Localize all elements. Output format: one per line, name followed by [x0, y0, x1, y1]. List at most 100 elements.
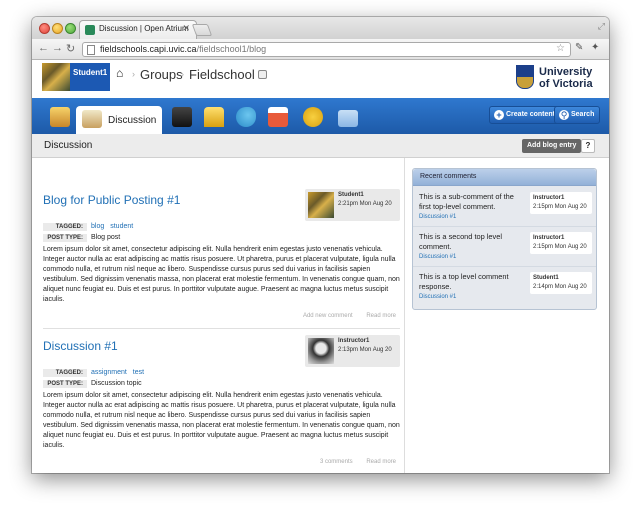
- avatar: [42, 63, 70, 91]
- help-button[interactable]: ?: [581, 139, 595, 153]
- minimize-window-button[interactable]: [52, 23, 63, 34]
- inbox-icon[interactable]: [204, 107, 224, 127]
- new-tab-button[interactable]: [191, 24, 213, 36]
- bookmark-star-icon[interactable]: ☆: [556, 43, 565, 54]
- folder-icon[interactable]: [338, 110, 358, 127]
- tag-link[interactable]: test: [133, 369, 144, 376]
- notebook-icon[interactable]: [172, 107, 192, 127]
- zoom-window-button[interactable]: [65, 23, 76, 34]
- page-title: Discussion: [44, 140, 93, 151]
- extension-icon[interactable]: ✎: [575, 42, 583, 53]
- comment-author[interactable]: Student1: [533, 275, 559, 281]
- comments-count-link[interactable]: 3 comments: [320, 459, 353, 465]
- recent-comments-header: Recent comments: [413, 169, 596, 186]
- post-list: Blog for Public Posting #1 Student1 2:21…: [32, 158, 405, 473]
- post-time: 2:13pm Mon Aug 20: [338, 347, 392, 353]
- university-logo: University of Victoria: [539, 66, 593, 90]
- browser-tab[interactable]: Discussion | Open Atrium ✕: [79, 20, 197, 39]
- author-name[interactable]: Instructor1: [338, 338, 369, 344]
- page-content: Blog for Public Posting #1 Student1 2:21…: [32, 158, 609, 473]
- page-icon: [87, 45, 95, 55]
- tags-row: TAGGED: assignment test: [43, 369, 150, 377]
- dashboard-icon[interactable]: [50, 107, 70, 127]
- read-more-link[interactable]: Read more: [366, 313, 396, 319]
- site-header: Student1 ⌂ › Groups › Fieldschool 1 Univ…: [32, 60, 609, 98]
- home-icon[interactable]: ⌂: [116, 66, 123, 80]
- comment-item: This is a second top level comment. Disc…: [413, 228, 596, 267]
- post-title-link[interactable]: Blog for Public Posting #1: [43, 193, 180, 207]
- back-icon[interactable]: ←: [38, 42, 49, 54]
- tab-discussion[interactable]: Discussion: [76, 106, 162, 134]
- comment-time: 2:15pm Mon Aug 20: [533, 244, 587, 250]
- tags-row: TAGGED: blog student: [43, 223, 139, 231]
- forward-icon[interactable]: →: [52, 42, 63, 54]
- comment-topic-link[interactable]: Discussion #1: [419, 214, 456, 220]
- members-icon[interactable]: [303, 107, 323, 127]
- post-type-value: Discussion topic: [91, 380, 142, 387]
- create-content-button[interactable]: + Create content: [489, 106, 562, 124]
- post-links: Add new comment Read more: [291, 313, 396, 319]
- author-avatar[interactable]: [308, 338, 334, 364]
- user-menu[interactable]: Student1: [42, 63, 110, 91]
- comment-text[interactable]: This is a second top level comment.: [419, 232, 525, 252]
- post-title-link[interactable]: Discussion #1: [43, 339, 118, 353]
- reload-icon[interactable]: ↻: [66, 42, 75, 55]
- post-time: 2:21pm Mon Aug 20: [338, 201, 392, 207]
- comment-author[interactable]: Instructor1: [533, 195, 564, 201]
- favicon-icon: [85, 25, 95, 35]
- space-nav-bar: Discussion + Create content ⚲ Search: [32, 98, 609, 134]
- comment-item: This is a top level comment response. Di…: [413, 268, 596, 307]
- url-text: fieldschools.capi.uvic.ca/fieldschool1/b…: [100, 44, 267, 54]
- recent-comments-block: Recent comments This is a sub-comment of…: [412, 168, 597, 310]
- post-author-box: Student1 2:21pm Mon Aug 20: [305, 189, 400, 221]
- comment-author-box: Student1 2:14pm Mon Aug 20: [530, 272, 592, 294]
- tag-link[interactable]: assignment: [91, 369, 127, 376]
- space-settings-icon[interactable]: [258, 70, 267, 79]
- author-name[interactable]: Student1: [338, 192, 364, 198]
- post-links: 3 comments Read more: [308, 459, 396, 465]
- comment-author-box: Instructor1 2:15pm Mon Aug 20: [530, 232, 592, 254]
- add-comment-link[interactable]: Add new comment: [303, 313, 353, 319]
- tag-link[interactable]: blog: [91, 223, 104, 230]
- page-subheader: Discussion Add blog entry ?: [32, 134, 609, 158]
- comment-text[interactable]: This is a sub-comment of the first top-l…: [419, 192, 525, 212]
- comment-time: 2:15pm Mon Aug 20: [533, 204, 587, 210]
- comment-topic-link[interactable]: Discussion #1: [419, 294, 456, 300]
- post-divider: [43, 328, 400, 329]
- comment-author-box: Instructor1 2:15pm Mon Aug 20: [530, 192, 592, 214]
- tab-title: Discussion | Open Atrium: [99, 24, 189, 33]
- comment-text[interactable]: This is a top level comment response.: [419, 272, 525, 292]
- search-button[interactable]: ⚲ Search: [554, 106, 601, 124]
- wrench-icon[interactable]: ✦: [591, 42, 599, 53]
- university-crest-icon: [516, 65, 534, 89]
- discussion-icon: [82, 110, 102, 128]
- tab-discussion-label: Discussion: [108, 115, 157, 126]
- post-body: Lorem ipsum dolor sit amet, consectetur …: [43, 392, 400, 449]
- tab-close-icon[interactable]: ✕: [182, 23, 190, 34]
- post-type-value: Blog post: [91, 234, 121, 241]
- search-icon: ⚲: [559, 110, 569, 120]
- add-blog-entry-button[interactable]: Add blog entry: [522, 139, 582, 153]
- post-type-row: POST TYPE: Discussion topic: [43, 380, 142, 388]
- read-more-link[interactable]: Read more: [366, 459, 396, 465]
- address-bar[interactable]: fieldschools.capi.uvic.ca/fieldschool1/b…: [82, 42, 571, 57]
- browser-toolbar: ← → ↻ fieldschools.capi.uvic.ca/fieldsch…: [32, 39, 609, 60]
- breadcrumb-fieldschool[interactable]: Fieldschool 1: [189, 67, 266, 82]
- comment-author[interactable]: Instructor1: [533, 235, 564, 241]
- fullscreen-icon[interactable]: ⤢: [598, 21, 605, 32]
- user-name: Student1: [73, 68, 108, 77]
- comment-topic-link[interactable]: Discussion #1: [419, 254, 456, 260]
- post-body: Lorem ipsum dolor sit amet, consectetur …: [43, 246, 400, 303]
- tag-link[interactable]: student: [110, 223, 133, 230]
- breadcrumb-groups[interactable]: Groups: [140, 67, 183, 82]
- author-avatar[interactable]: [308, 192, 334, 218]
- twitter-bird-icon[interactable]: [236, 107, 256, 127]
- post-type-row: POST TYPE: Blog post: [43, 234, 120, 242]
- calendar-icon[interactable]: [268, 107, 288, 127]
- post-author-box: Instructor1 2:13pm Mon Aug 20: [305, 335, 400, 367]
- plus-icon: +: [494, 110, 504, 120]
- comment-time: 2:14pm Mon Aug 20: [533, 284, 587, 290]
- tab-strip: Discussion | Open Atrium ✕ ⤢: [32, 17, 609, 39]
- close-window-button[interactable]: [39, 23, 50, 34]
- breadcrumb-separator: ›: [181, 69, 184, 79]
